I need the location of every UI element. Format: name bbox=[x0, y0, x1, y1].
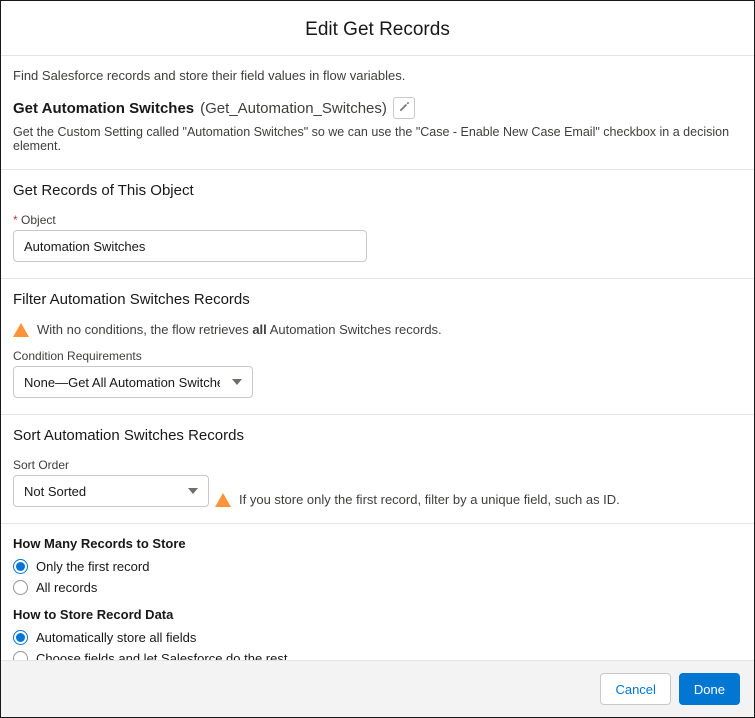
radio-icon bbox=[13, 630, 28, 645]
element-description: Get the Custom Setting called "Automatio… bbox=[13, 125, 742, 153]
modal-content: Find Salesforce records and store their … bbox=[1, 56, 754, 660]
condition-label: Condition Requirements bbox=[13, 349, 742, 363]
sort-hint-row: If you store only the first record, filt… bbox=[215, 492, 620, 507]
condition-select[interactable]: None—Get All Automation Switches ... bbox=[13, 366, 253, 398]
radio-all-records[interactable]: All records bbox=[13, 580, 742, 595]
how-many-heading: How Many Records to Store bbox=[13, 536, 742, 551]
sort-select-wrap: Not Sorted bbox=[13, 475, 209, 507]
filter-section-heading: Filter Automation Switches Records bbox=[13, 291, 742, 308]
warning-icon bbox=[13, 323, 29, 337]
element-api-name: (Get_Automation_Switches) bbox=[200, 100, 387, 117]
done-button[interactable]: Done bbox=[679, 673, 740, 705]
warning-icon bbox=[215, 493, 231, 507]
radio-icon bbox=[13, 559, 28, 574]
element-label: Get Automation Switches bbox=[13, 100, 194, 117]
how-store-heading: How to Store Record Data bbox=[13, 607, 742, 622]
object-field-label: Object bbox=[13, 213, 742, 227]
intro-section: Find Salesforce records and store their … bbox=[1, 56, 754, 170]
radio-auto-store[interactable]: Automatically store all fields bbox=[13, 630, 742, 645]
radio-only-first[interactable]: Only the first record bbox=[13, 559, 742, 574]
modal-header: Edit Get Records bbox=[1, 1, 754, 56]
radio-label: All records bbox=[36, 580, 97, 595]
edit-name-button[interactable] bbox=[393, 97, 415, 119]
sort-order-select[interactable]: Not Sorted bbox=[13, 475, 209, 507]
element-title-row: Get Automation Switches (Get_Automation_… bbox=[13, 97, 742, 119]
object-section: Get Records of This Object Object bbox=[1, 170, 754, 279]
object-input[interactable] bbox=[13, 230, 367, 262]
modal-footer: Cancel Done bbox=[1, 660, 754, 717]
store-section: How Many Records to Store Only the first… bbox=[1, 524, 754, 660]
modal-title: Edit Get Records bbox=[1, 19, 754, 41]
pencil-icon bbox=[398, 101, 410, 116]
cancel-button[interactable]: Cancel bbox=[600, 673, 670, 705]
filter-warning-text: With no conditions, the flow retrieves a… bbox=[37, 322, 442, 337]
filter-warning-row: With no conditions, the flow retrieves a… bbox=[13, 322, 742, 337]
sort-section-heading: Sort Automation Switches Records bbox=[13, 427, 742, 444]
condition-select-wrap: None—Get All Automation Switches ... bbox=[13, 366, 253, 398]
sort-order-label: Sort Order bbox=[13, 458, 209, 472]
radio-label: Choose fields and let Salesforce do the … bbox=[36, 651, 287, 660]
sort-section: Sort Automation Switches Records Sort Or… bbox=[1, 415, 754, 524]
filter-section: Filter Automation Switches Records With … bbox=[1, 279, 754, 415]
intro-text: Find Salesforce records and store their … bbox=[13, 68, 742, 83]
object-section-heading: Get Records of This Object bbox=[13, 182, 742, 199]
radio-label: Only the first record bbox=[36, 559, 149, 574]
radio-label: Automatically store all fields bbox=[36, 630, 196, 645]
radio-icon bbox=[13, 651, 28, 660]
radio-icon bbox=[13, 580, 28, 595]
radio-choose-fields[interactable]: Choose fields and let Salesforce do the … bbox=[13, 651, 742, 660]
sort-hint-text: If you store only the first record, filt… bbox=[239, 492, 620, 507]
